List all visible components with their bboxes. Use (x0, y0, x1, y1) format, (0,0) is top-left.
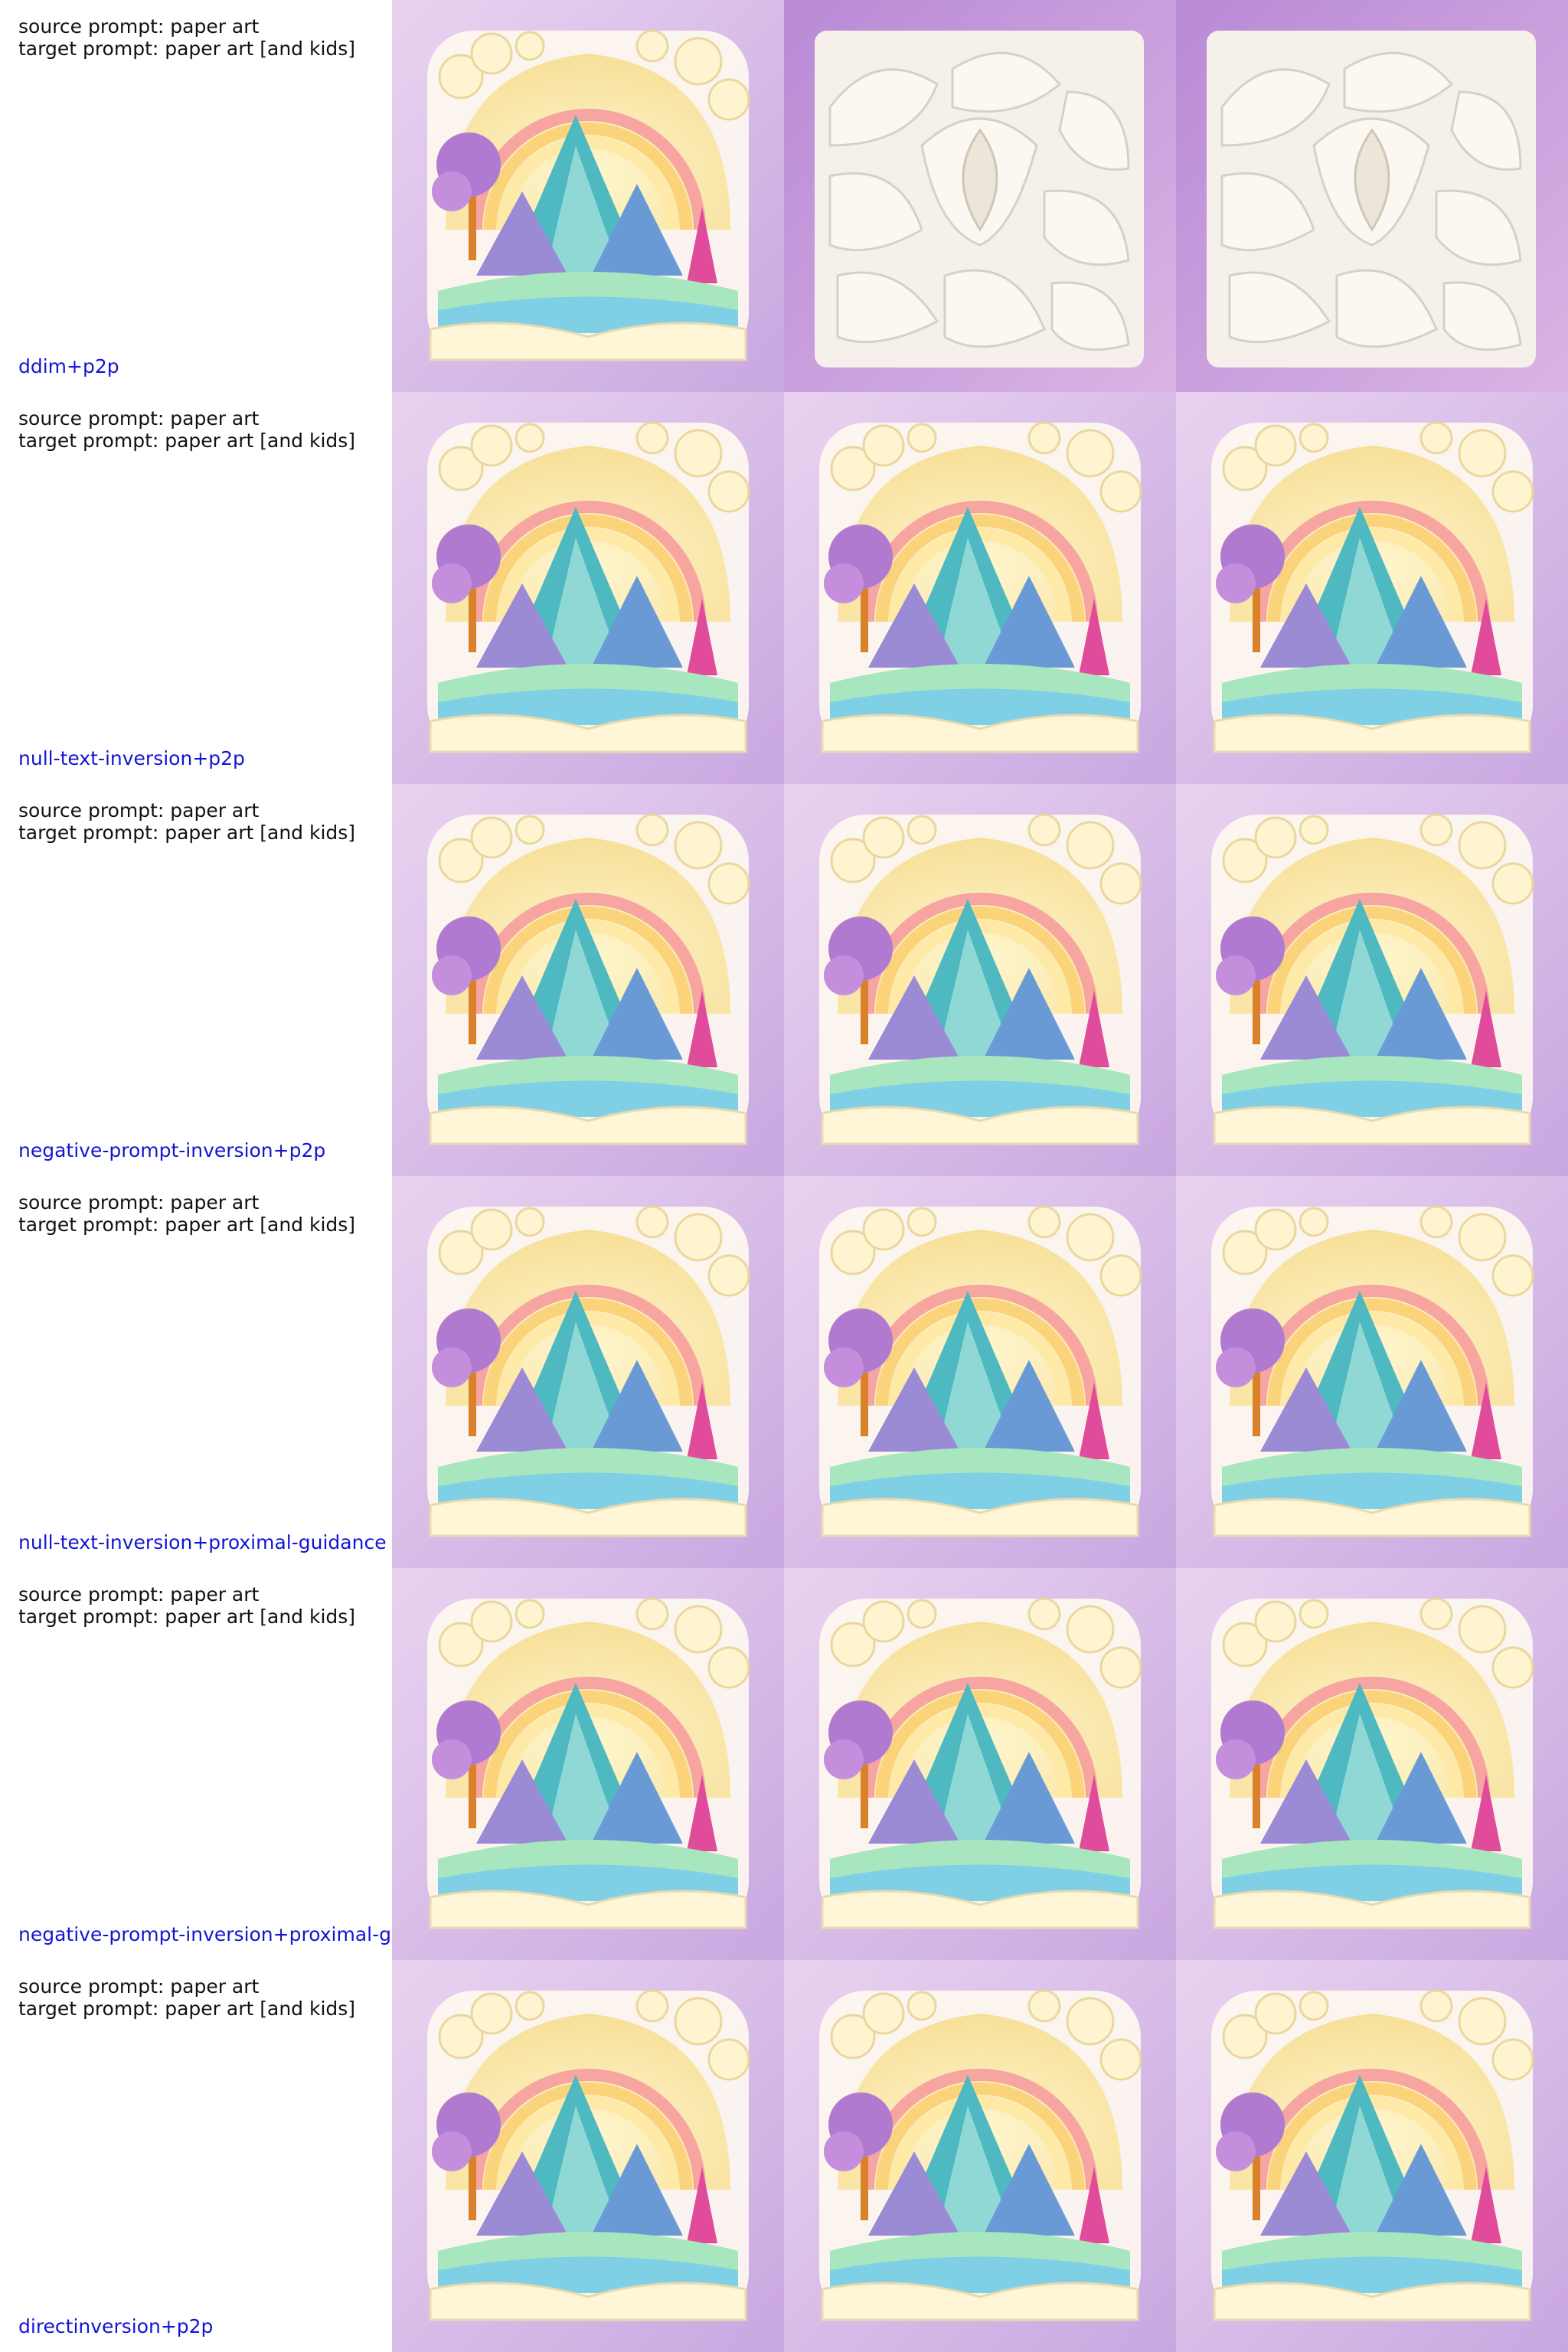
target-prompt-text: target prompt: paper art [and kids] (18, 1998, 356, 2020)
row-label-panel: source prompt: paper art target prompt: p… (0, 784, 392, 1176)
paper-landscape-image (1176, 1960, 1568, 2352)
paper-landscape-image (1176, 784, 1568, 1176)
paper-relief-image (784, 0, 1176, 392)
result-row: source prompt: paper art target prompt: p… (0, 1960, 1568, 2352)
reconstructed-image (784, 1568, 1176, 1960)
method-label: ddim+p2p (18, 355, 119, 377)
source-image (392, 392, 784, 784)
paper-landscape-image (784, 1960, 1176, 2352)
edited-image (1176, 1960, 1568, 2352)
edited-image (1176, 784, 1568, 1176)
source-image (392, 0, 784, 392)
source-image (392, 1960, 784, 2352)
paper-landscape-image (392, 1960, 784, 2352)
row-label-panel: source prompt: paper art target prompt: p… (0, 1176, 392, 1568)
result-row: source prompt: paper art target prompt: p… (0, 784, 1568, 1176)
source-prompt-text: source prompt: paper art (18, 1191, 260, 1214)
row-label-panel: source prompt: paper art target prompt: p… (0, 0, 392, 392)
method-label: negative-prompt-inversion+proximal-g (18, 1923, 391, 1945)
paper-landscape-image (392, 1176, 784, 1568)
paper-landscape-image (392, 784, 784, 1176)
target-prompt-text: target prompt: paper art [and kids] (18, 1214, 356, 1236)
source-image (392, 1568, 784, 1960)
paper-landscape-image (784, 784, 1176, 1176)
edited-image (1176, 1568, 1568, 1960)
source-prompt-text: source prompt: paper art (18, 1975, 260, 1998)
method-label: negative-prompt-inversion+p2p (18, 1139, 326, 1161)
source-prompt-text: source prompt: paper art (18, 15, 260, 38)
source-prompt-text: source prompt: paper art (18, 407, 260, 430)
method-label: null-text-inversion+p2p (18, 747, 245, 769)
target-prompt-text: target prompt: paper art [and kids] (18, 430, 356, 452)
result-row: source prompt: paper art target prompt: p… (0, 392, 1568, 784)
result-row: source prompt: paper art target prompt: p… (0, 1176, 1568, 1568)
paper-landscape-image (392, 1568, 784, 1960)
paper-landscape-image (1176, 392, 1568, 784)
target-prompt-text: target prompt: paper art [and kids] (18, 38, 356, 60)
source-prompt-text: source prompt: paper art (18, 1583, 260, 1606)
source-image (392, 1176, 784, 1568)
edited-image (1176, 1176, 1568, 1568)
paper-landscape-image (392, 0, 784, 392)
target-prompt-text: target prompt: paper art [and kids] (18, 1606, 356, 1628)
method-label: directinversion+p2p (18, 2315, 214, 2337)
reconstructed-image (784, 1960, 1176, 2352)
method-label: null-text-inversion+proximal-guidance (18, 1531, 387, 1553)
edited-image (1176, 0, 1568, 392)
paper-landscape-image (784, 1176, 1176, 1568)
paper-landscape-image (784, 1568, 1176, 1960)
row-label-panel: source prompt: paper art target prompt: p… (0, 1960, 392, 2352)
target-prompt-text: target prompt: paper art [and kids] (18, 822, 356, 844)
reconstructed-image (784, 1176, 1176, 1568)
paper-landscape-image (784, 392, 1176, 784)
paper-relief-image (1176, 0, 1568, 392)
paper-landscape-image (392, 392, 784, 784)
row-label-panel: source prompt: paper art target prompt: p… (0, 1568, 392, 1960)
result-row: source prompt: paper art target prompt: p… (0, 1568, 1568, 1960)
paper-landscape-image (1176, 1568, 1568, 1960)
source-prompt-text: source prompt: paper art (18, 799, 260, 822)
reconstructed-image (784, 0, 1176, 392)
edited-image (1176, 392, 1568, 784)
reconstructed-image (784, 784, 1176, 1176)
reconstructed-image (784, 392, 1176, 784)
row-label-panel: source prompt: paper art target prompt: p… (0, 392, 392, 784)
result-row: source prompt: paper art target prompt: p… (0, 0, 1568, 392)
paper-landscape-image (1176, 1176, 1568, 1568)
source-image (392, 784, 784, 1176)
